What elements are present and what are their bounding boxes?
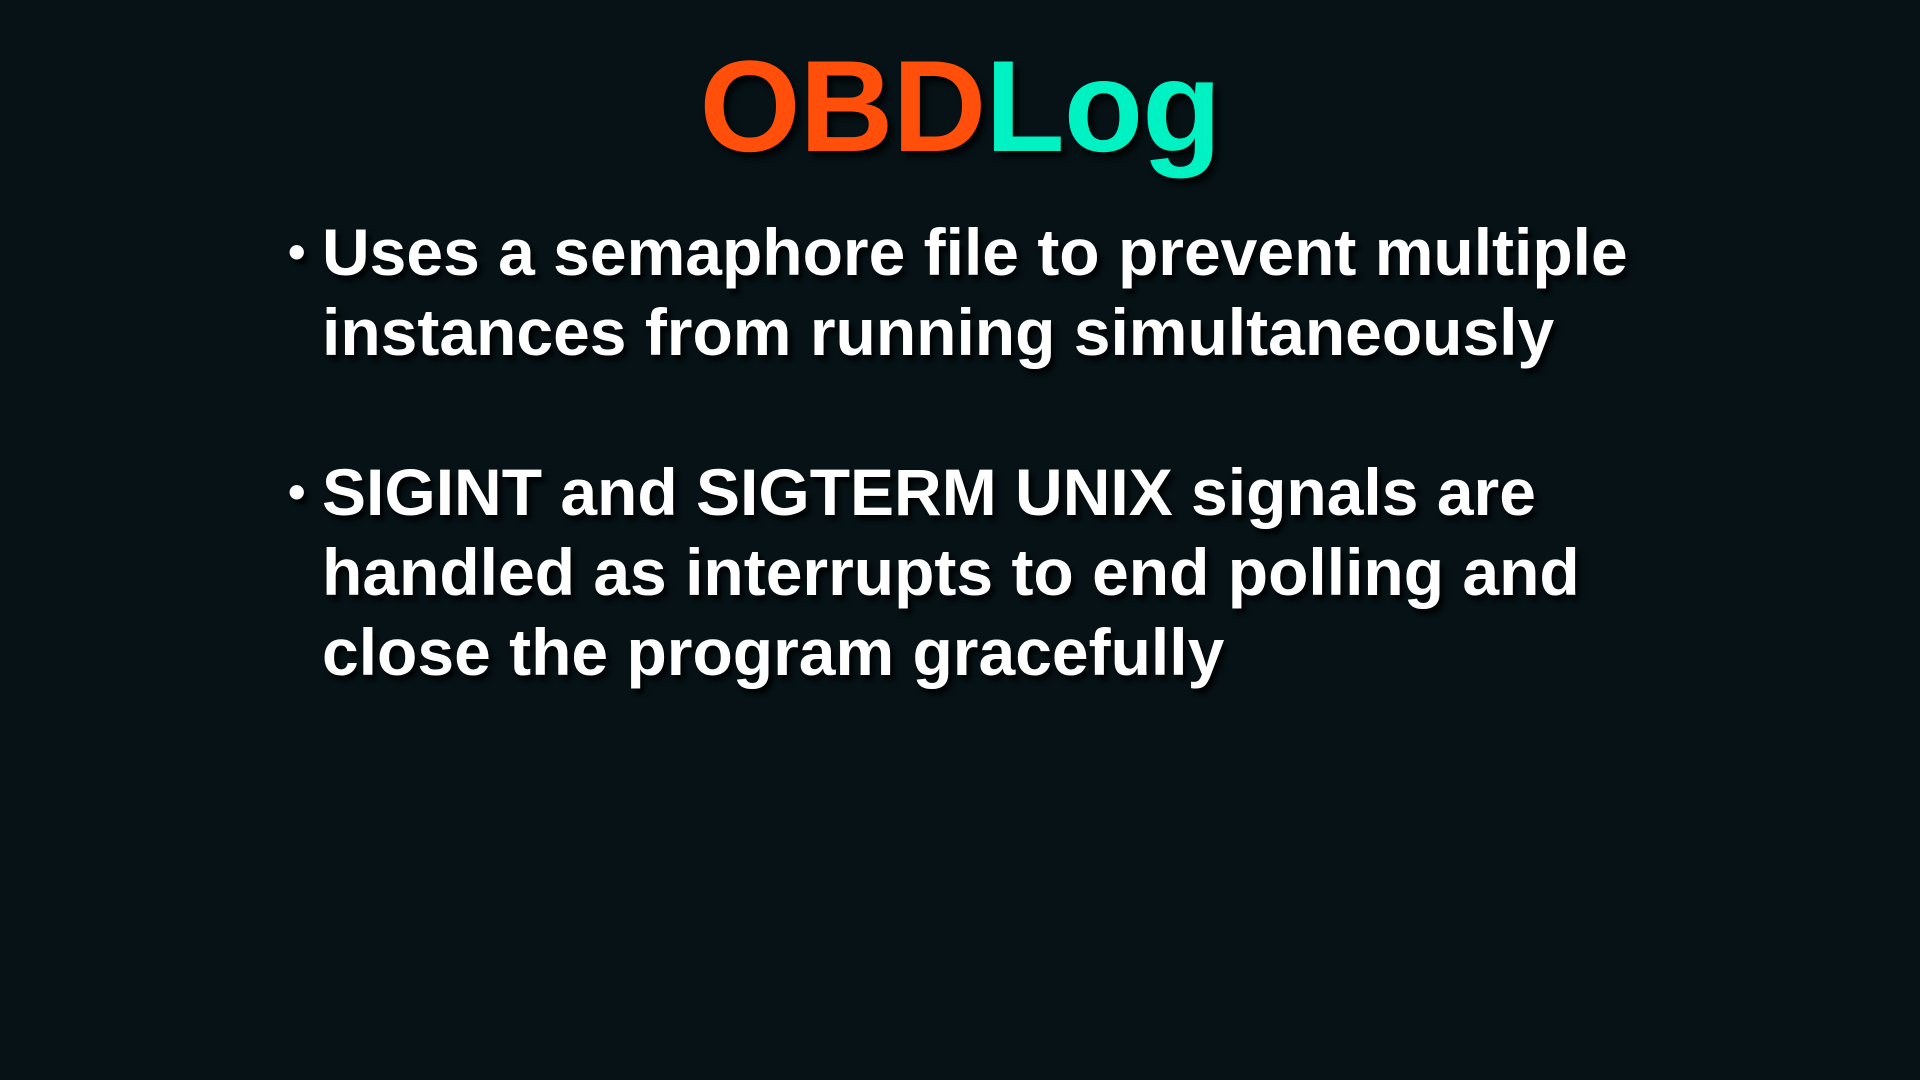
bullet-dot-icon: •	[288, 224, 306, 280]
bullet-text: SIGINT and SIGTERM UNIX signals are hand…	[322, 455, 1580, 689]
title-part-obd: OBD	[699, 33, 986, 179]
bullet-list: • Uses a semaphore file to prevent multi…	[284, 212, 1664, 692]
slide: OBDLog • Uses a semaphore file to preven…	[0, 0, 1920, 1080]
bullet-text: Uses a semaphore file to prevent multipl…	[322, 215, 1628, 369]
slide-title: OBDLog	[0, 28, 1920, 184]
title-part-log: Log	[985, 33, 1221, 179]
bullet-item: • SIGINT and SIGTERM UNIX signals are ha…	[284, 452, 1664, 692]
bullet-item: • Uses a semaphore file to prevent multi…	[284, 212, 1664, 372]
bullet-dot-icon: •	[288, 464, 306, 520]
